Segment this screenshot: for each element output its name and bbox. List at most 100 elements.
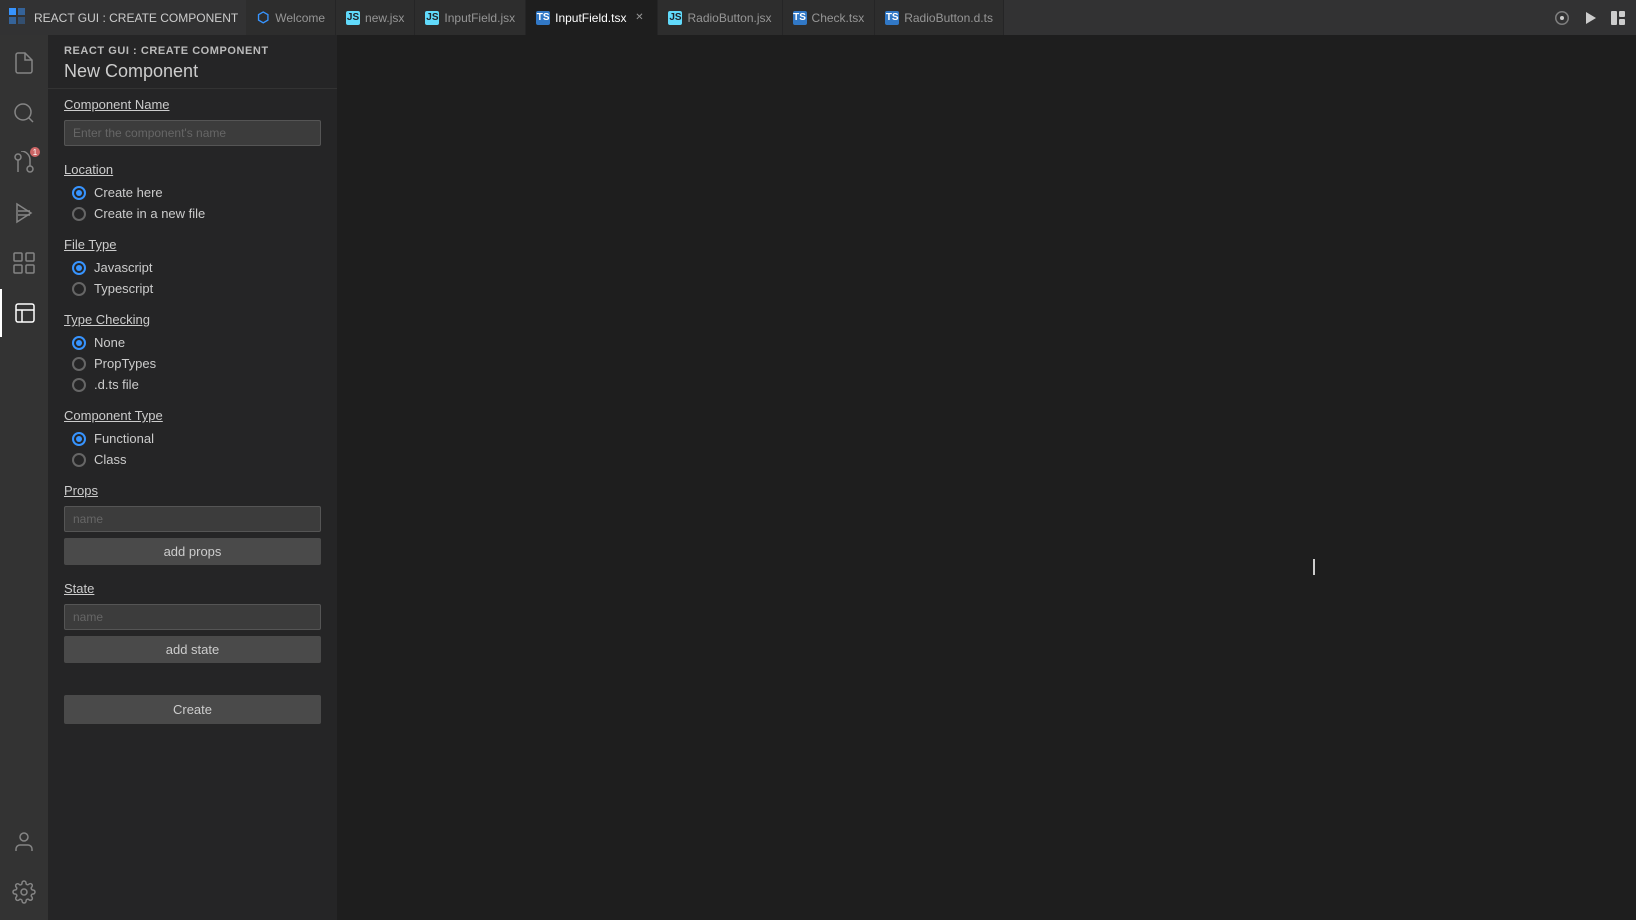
panel-header: REACT GUI : CREATE COMPONENT New Compone… (48, 35, 337, 89)
props-section: Props add props (64, 483, 321, 565)
file-type-section: File Type Javascript Typescript (64, 237, 321, 296)
file-type-javascript-label: Javascript (94, 260, 153, 275)
tab-label: Check.tsx (812, 11, 865, 25)
tab-label: InputField.tsx (555, 11, 626, 25)
spacer (64, 679, 321, 695)
file-type-javascript[interactable]: Javascript (72, 260, 321, 275)
tab-inputfield-tsx[interactable]: TS InputField.tsx ✕ (526, 0, 658, 35)
location-create-here-label: Create here (94, 185, 163, 200)
location-section: Location Create here Create in a new fil… (64, 162, 321, 221)
location-create-new-file[interactable]: Create in a new file (72, 206, 321, 221)
type-checking-proptypes-radio[interactable] (72, 357, 86, 371)
play-button[interactable] (1580, 8, 1600, 28)
props-label: Props (64, 483, 321, 498)
tab-radiobutton-jsx[interactable]: JS RadioButton.jsx (658, 0, 782, 35)
file-type-typescript[interactable]: Typescript (72, 281, 321, 296)
type-checking-proptypes[interactable]: PropTypes (72, 356, 321, 371)
file-type-typescript-radio[interactable] (72, 282, 86, 296)
file-type-typescript-label: Typescript (94, 281, 153, 296)
component-type-functional-radio[interactable] (72, 432, 86, 446)
jsx-icon: JS (668, 11, 682, 25)
file-type-label: File Type (64, 237, 321, 252)
tab-welcome[interactable]: ⬡ Welcome (246, 0, 336, 35)
sidebar-panel: REACT GUI : CREATE COMPONENT New Compone… (48, 35, 338, 920)
ts-icon: TS (885, 11, 899, 25)
type-checking-none-radio[interactable] (72, 336, 86, 350)
tab-close-button[interactable]: ✕ (631, 10, 647, 26)
activity-explorer[interactable] (0, 289, 48, 337)
component-name-input[interactable] (64, 120, 321, 146)
form-content: Component Name Location Create here Crea… (48, 89, 337, 744)
editor-area[interactable] (338, 35, 1636, 920)
state-name-input[interactable] (64, 604, 321, 630)
source-control-badge: 1 (30, 147, 40, 157)
layout-button[interactable] (1608, 8, 1628, 28)
page-title: New Component (64, 61, 321, 82)
type-checking-none-label: None (94, 335, 125, 350)
activity-debug[interactable] (0, 189, 48, 237)
props-name-input[interactable] (64, 506, 321, 532)
tab-label: RadioButton.jsx (687, 11, 771, 25)
activity-bar: 1 (0, 35, 48, 920)
tabs-container: ⬡ Welcome JS new.jsx JS InputField.jsx T… (246, 0, 1544, 35)
titlebar-title: REACT GUI : CREATE COMPONENT (34, 11, 238, 25)
location-radio-group: Create here Create in a new file (64, 185, 321, 221)
component-name-label: Component Name (64, 97, 321, 112)
tab-inputfield-jsx[interactable]: JS InputField.jsx (415, 0, 526, 35)
type-checking-section: Type Checking None PropTypes .d.ts file (64, 312, 321, 392)
tab-label: RadioButton.d.ts (904, 11, 993, 25)
broadcast-button[interactable] (1552, 8, 1572, 28)
component-type-label: Component Type (64, 408, 321, 423)
type-checking-dts[interactable]: .d.ts file (72, 377, 321, 392)
main-layout: 1 (0, 35, 1636, 920)
tab-new-jsx[interactable]: JS new.jsx (336, 0, 415, 35)
file-type-radio-group: Javascript Typescript (64, 260, 321, 296)
tab-label: new.jsx (365, 11, 404, 25)
panel-title: REACT GUI : CREATE COMPONENT (64, 45, 321, 57)
jsx-icon: JS (346, 11, 360, 25)
type-checking-proptypes-label: PropTypes (94, 356, 156, 371)
activity-source-control[interactable]: 1 (0, 139, 48, 187)
create-button[interactable]: Create (64, 695, 321, 724)
jsx-icon: JS (425, 11, 439, 25)
location-label: Location (64, 162, 321, 177)
activity-files[interactable] (0, 39, 48, 87)
titlebar-actions (1552, 8, 1628, 28)
tsx-icon: TS (536, 11, 550, 25)
tsx-icon: TS (793, 11, 807, 25)
component-type-section: Component Type Functional Class (64, 408, 321, 467)
add-props-button[interactable]: add props (64, 538, 321, 565)
component-type-functional[interactable]: Functional (72, 431, 321, 446)
type-checking-dts-radio[interactable] (72, 378, 86, 392)
state-section: State add state (64, 581, 321, 663)
titlebar: REACT GUI : CREATE COMPONENT ⬡ Welcome J… (0, 0, 1636, 35)
tab-check-tsx[interactable]: TS Check.tsx (783, 0, 876, 35)
activity-account[interactable] (0, 818, 48, 866)
component-type-class[interactable]: Class (72, 452, 321, 467)
activity-extensions[interactable] (0, 239, 48, 287)
tab-radiobutton-dts[interactable]: TS RadioButton.d.ts (875, 0, 1004, 35)
component-name-section: Component Name (64, 97, 321, 146)
component-type-class-radio[interactable] (72, 453, 86, 467)
component-type-radio-group: Functional Class (64, 431, 321, 467)
welcome-icon: ⬡ (256, 11, 270, 25)
state-label: State (64, 581, 321, 596)
cursor-indicator (1313, 559, 1315, 575)
tab-label: InputField.jsx (444, 11, 515, 25)
type-checking-label: Type Checking (64, 312, 321, 327)
location-create-here[interactable]: Create here (72, 185, 321, 200)
component-type-class-label: Class (94, 452, 127, 467)
location-create-new-file-radio[interactable] (72, 207, 86, 221)
app-logo (8, 7, 26, 28)
file-type-javascript-radio[interactable] (72, 261, 86, 275)
location-create-here-radio[interactable] (72, 186, 86, 200)
type-checking-dts-label: .d.ts file (94, 377, 139, 392)
add-state-button[interactable]: add state (64, 636, 321, 663)
activity-search[interactable] (0, 89, 48, 137)
location-create-new-file-label: Create in a new file (94, 206, 205, 221)
type-checking-none[interactable]: None (72, 335, 321, 350)
type-checking-radio-group: None PropTypes .d.ts file (64, 335, 321, 392)
activity-settings[interactable] (0, 868, 48, 916)
tab-label: Welcome (275, 11, 325, 25)
component-type-functional-label: Functional (94, 431, 154, 446)
